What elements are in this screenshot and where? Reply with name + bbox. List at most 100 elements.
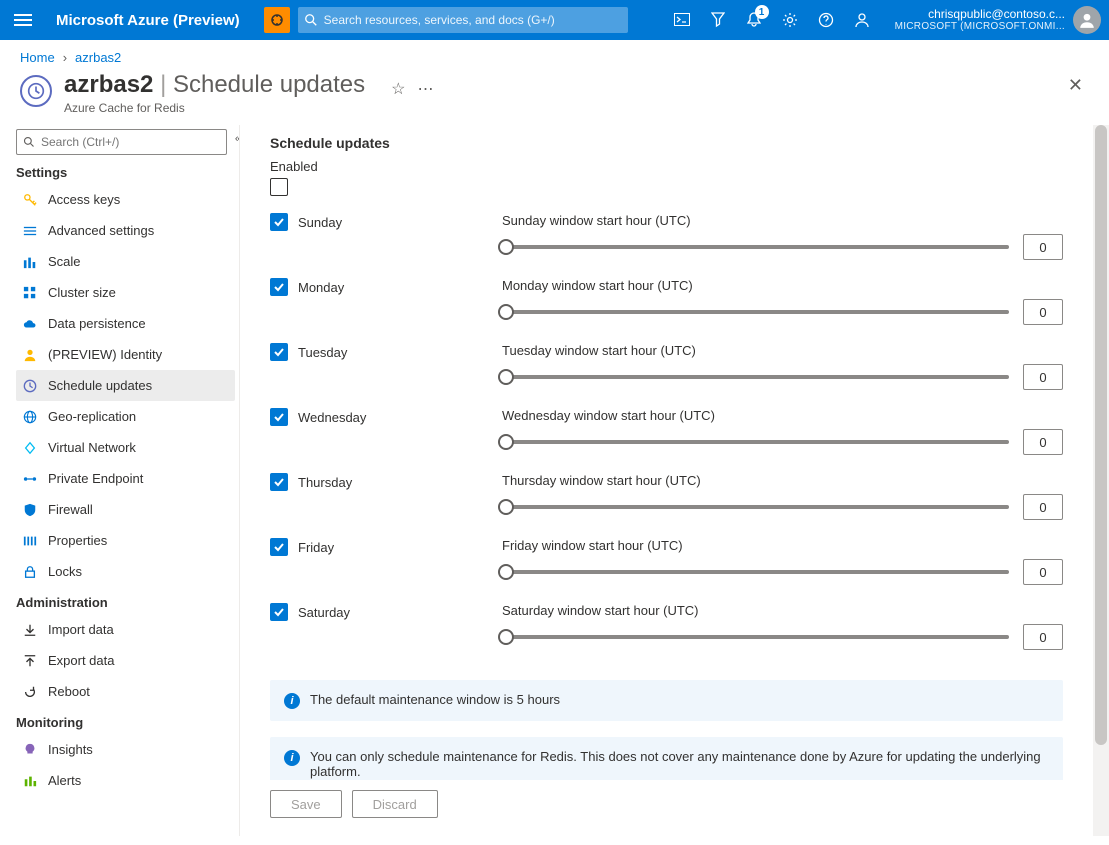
preview-badge-icon[interactable] (264, 7, 290, 33)
sidebar-item-import-data[interactable]: Import data (16, 614, 235, 645)
hour-slider-tuesday[interactable] (502, 375, 1009, 379)
sidebar-item-locks[interactable]: Locks (16, 556, 235, 587)
enabled-checkbox[interactable] (270, 178, 288, 196)
hamburger-menu-icon[interactable] (14, 14, 32, 26)
sidebar-item-label: Cluster size (48, 285, 116, 300)
hour-value-sunday[interactable]: 0 (1023, 234, 1063, 260)
sidebar-item-label: Properties (48, 533, 107, 548)
resource-type: Azure Cache for Redis (64, 101, 365, 115)
slider-thumb[interactable] (498, 304, 514, 320)
hour-value-thursday[interactable]: 0 (1023, 494, 1063, 520)
slider-thumb[interactable] (498, 564, 514, 580)
day-checkbox-monday[interactable] (270, 278, 288, 296)
sidebar-item--preview-identity[interactable]: (PREVIEW) Identity (16, 339, 235, 370)
section-title: Schedule updates (270, 135, 1063, 151)
page-header: azrbas2 | Schedule updates Azure Cache f… (0, 71, 1109, 125)
content-scrollbar[interactable] (1093, 125, 1109, 836)
day-slider-label: Sunday window start hour (UTC) (502, 213, 1063, 228)
info-redis-only: i You can only schedule maintenance for … (270, 737, 1063, 780)
hour-slider-monday[interactable] (502, 310, 1009, 314)
sidebar-item-data-persistence[interactable]: Data persistence (16, 308, 235, 339)
sidebar-search-input[interactable] (41, 135, 220, 149)
account-menu[interactable]: chrisqpublic@contoso.c... MICROSOFT (MIC… (895, 6, 1101, 34)
avatar-icon[interactable] (1073, 6, 1101, 34)
notifications-icon[interactable]: 1 (745, 11, 763, 29)
content: Schedule updates Enabled SundaySunday wi… (240, 125, 1093, 836)
day-name: Thursday (298, 475, 352, 490)
hour-slider-saturday[interactable] (502, 635, 1009, 639)
slider-thumb[interactable] (498, 629, 514, 645)
sidebar-item-label: (PREVIEW) Identity (48, 347, 162, 362)
day-name: Wednesday (298, 410, 366, 425)
breadcrumb-home[interactable]: Home (20, 50, 55, 65)
hour-value-saturday[interactable]: 0 (1023, 624, 1063, 650)
account-email: chrisqpublic@contoso.c... (895, 7, 1065, 21)
enabled-label: Enabled (270, 159, 318, 174)
sidebar-item-access-keys[interactable]: Access keys (16, 184, 235, 215)
slider-thumb[interactable] (498, 369, 514, 385)
sidebar-item-export-data[interactable]: Export data (16, 645, 235, 676)
directory-filter-icon[interactable] (709, 11, 727, 29)
sidebar-item-reboot[interactable]: Reboot (16, 676, 235, 707)
resource-clock-icon (20, 75, 52, 107)
breadcrumb-resource[interactable]: azrbas2 (75, 50, 121, 65)
day-checkbox-sunday[interactable] (270, 213, 288, 231)
hour-slider-friday[interactable] (502, 570, 1009, 574)
help-icon[interactable] (817, 11, 835, 29)
day-name: Monday (298, 280, 344, 295)
properties-icon (22, 533, 38, 549)
sidebar-item-virtual-network[interactable]: Virtual Network (16, 432, 235, 463)
sidebar-search[interactable] (16, 129, 227, 155)
notification-badge: 1 (755, 5, 769, 19)
sidebar-item-advanced-settings[interactable]: Advanced settings (16, 215, 235, 246)
hour-slider-thursday[interactable] (502, 505, 1009, 509)
sidebar-item-properties[interactable]: Properties (16, 525, 235, 556)
day-checkbox-tuesday[interactable] (270, 343, 288, 361)
slider-thumb[interactable] (498, 434, 514, 450)
day-row-friday: FridayFriday window start hour (UTC)0 (270, 532, 1063, 597)
discard-button[interactable]: Discard (352, 790, 438, 818)
save-button[interactable]: Save (270, 790, 342, 818)
global-search[interactable] (298, 7, 628, 33)
sidebar-item-geo-replication[interactable]: Geo-replication (16, 401, 235, 432)
favorite-star-icon[interactable]: ☆ (391, 79, 405, 99)
sidebar-item-private-endpoint[interactable]: Private Endpoint (16, 463, 235, 494)
cloud-icon (22, 316, 38, 332)
more-actions-icon[interactable]: ⋯ (417, 79, 433, 99)
sidebar-item-scale[interactable]: Scale (16, 246, 235, 277)
sliders-icon (22, 223, 38, 239)
upload-icon (22, 653, 38, 669)
hour-value-monday[interactable]: 0 (1023, 299, 1063, 325)
sidebar-group-title: Settings (16, 165, 235, 180)
hour-slider-wednesday[interactable] (502, 440, 1009, 444)
endpoint-icon (22, 471, 38, 487)
lock-icon (22, 564, 38, 580)
sidebar-item-label: Access keys (48, 192, 120, 207)
sidebar-item-insights[interactable]: Insights (16, 734, 235, 765)
shield-icon (22, 502, 38, 518)
cloud-shell-icon[interactable] (673, 11, 691, 29)
day-checkbox-friday[interactable] (270, 538, 288, 556)
day-row-sunday: SundaySunday window start hour (UTC)0 (270, 207, 1063, 272)
slider-thumb[interactable] (498, 239, 514, 255)
top-icons: 1 (673, 11, 871, 29)
settings-gear-icon[interactable] (781, 11, 799, 29)
sidebar-item-alerts[interactable]: Alerts (16, 765, 235, 796)
sidebar-item-label: Export data (48, 653, 115, 668)
hour-value-tuesday[interactable]: 0 (1023, 364, 1063, 390)
day-checkbox-saturday[interactable] (270, 603, 288, 621)
day-checkbox-thursday[interactable] (270, 473, 288, 491)
hour-value-wednesday[interactable]: 0 (1023, 429, 1063, 455)
feedback-icon[interactable] (853, 11, 871, 29)
sidebar-item-schedule-updates[interactable]: Schedule updates (16, 370, 235, 401)
day-checkbox-wednesday[interactable] (270, 408, 288, 426)
slider-thumb[interactable] (498, 499, 514, 515)
sidebar-item-firewall[interactable]: Firewall (16, 494, 235, 525)
hour-value-friday[interactable]: 0 (1023, 559, 1063, 585)
sidebar-item-cluster-size[interactable]: Cluster size (16, 277, 235, 308)
download-icon (22, 622, 38, 638)
content-scroll[interactable]: Schedule updates Enabled SundaySunday wi… (240, 125, 1093, 780)
close-blade-icon[interactable]: ✕ (1068, 75, 1083, 96)
hour-slider-sunday[interactable] (502, 245, 1009, 249)
global-search-input[interactable] (324, 13, 622, 27)
